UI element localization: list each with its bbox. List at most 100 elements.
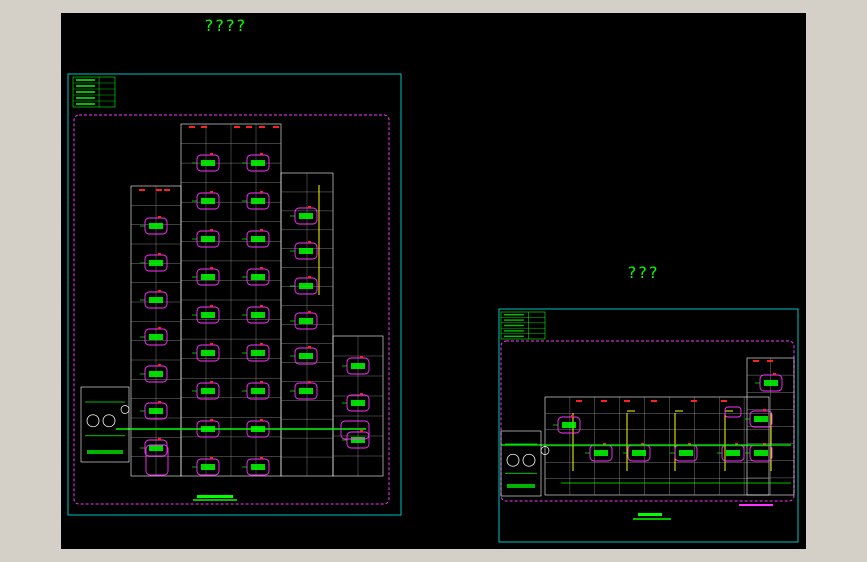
fixture-tag — [210, 229, 213, 231]
fixture-label-block — [299, 353, 313, 359]
fixture-label-block — [201, 198, 215, 204]
header-annotation — [234, 126, 240, 128]
fixture-loop — [340, 420, 370, 440]
fixture-tag — [260, 191, 263, 193]
fixture-label-block — [562, 422, 576, 428]
sheet-2-caption-bar — [638, 513, 662, 516]
fixture-tag — [210, 381, 213, 383]
header-annotation — [691, 400, 697, 402]
fixture-tag — [158, 327, 161, 329]
legend-entry — [76, 97, 95, 99]
fixture-tag — [210, 343, 213, 345]
header-annotation — [753, 360, 759, 362]
fixture-tag — [210, 457, 213, 459]
fixture-tag — [260, 305, 263, 307]
header-annotation — [767, 360, 773, 362]
header-annotation — [156, 189, 162, 191]
fixture-label-block — [251, 274, 265, 280]
header-annotation — [624, 400, 630, 402]
fixture-tag — [260, 343, 263, 345]
fixture-label-block — [149, 334, 163, 340]
fixture-label-block — [299, 248, 313, 254]
fixture-tag — [360, 430, 363, 432]
fixture-label-block — [632, 450, 646, 456]
pump-symbol — [522, 453, 536, 467]
fixture-label-block — [594, 450, 608, 456]
fixture-label-block — [201, 312, 215, 318]
cad-drawing-canvas[interactable] — [61, 13, 806, 549]
legend-entry — [504, 335, 524, 337]
sheet-1-caption-bar — [197, 495, 233, 498]
header-annotation — [139, 189, 145, 191]
fixture-tag — [210, 419, 213, 421]
legend-entry — [504, 330, 524, 332]
fixture-label-block — [251, 388, 265, 394]
pump-symbol — [86, 414, 100, 428]
header-annotation — [246, 126, 252, 128]
cad-drawing-viewport[interactable]: ???? ??? — [61, 13, 806, 549]
fixture-label-block — [251, 198, 265, 204]
legend-entry — [76, 79, 95, 81]
fixture-tag — [308, 311, 311, 313]
fixture-label-block — [299, 388, 313, 394]
fixture-tag — [260, 419, 263, 421]
fixture-tag — [158, 253, 161, 255]
fixture-tag — [158, 290, 161, 292]
header-annotation — [576, 400, 582, 402]
fixture-label-block — [149, 371, 163, 377]
fixture-tag — [260, 457, 263, 459]
fixture-tag — [260, 229, 263, 231]
fixture-tag — [158, 401, 161, 403]
fixture-tag — [308, 206, 311, 208]
header-annotation — [189, 126, 195, 128]
sheet-2-border — [498, 308, 799, 543]
fixture-label-block — [149, 223, 163, 229]
fixture-tag — [571, 415, 574, 417]
fixture-label-block — [351, 363, 365, 369]
fixture-tag — [360, 393, 363, 395]
fixture-label-block — [149, 297, 163, 303]
fixture-label-block — [351, 400, 365, 406]
fixture-tag — [360, 356, 363, 358]
fixture-tag — [260, 153, 263, 155]
equipment-note — [507, 484, 535, 488]
fixture-label-block — [149, 408, 163, 414]
legend-entry — [504, 314, 524, 316]
sheet-1-border — [67, 73, 402, 516]
fixture-tag — [158, 216, 161, 218]
header-annotation — [601, 400, 607, 402]
fixture-tag — [210, 153, 213, 155]
fixture-tag — [210, 267, 213, 269]
fixture-tag — [260, 267, 263, 269]
fixture-label-block — [201, 464, 215, 470]
pump-symbol — [506, 453, 520, 467]
fixture-tag — [158, 364, 161, 366]
legend-entry — [76, 103, 95, 105]
legend-entry — [504, 324, 524, 327]
sheet-1-drawing — [67, 73, 402, 516]
fixture-label-block — [251, 236, 265, 242]
fixture-tag — [308, 381, 311, 383]
fixture-label-block — [251, 312, 265, 318]
fixture-label-block — [754, 450, 768, 456]
fixture-label-block — [299, 318, 313, 324]
fixture-tag — [763, 409, 766, 411]
fixture-tag — [210, 305, 213, 307]
valve-symbol — [120, 405, 130, 414]
sheet-2-note — [739, 504, 773, 506]
sheet-2-drawing — [498, 308, 799, 543]
fixture-label-block — [251, 350, 265, 356]
fixture-tag — [260, 381, 263, 383]
equipment-note — [87, 450, 123, 454]
fixture-tag — [308, 346, 311, 348]
fixture-loop — [724, 406, 742, 418]
fixture-tag — [773, 373, 776, 375]
header-annotation — [259, 126, 265, 128]
fixture-label-block — [201, 274, 215, 280]
fixture-label-block — [299, 213, 313, 219]
fixture-tag — [308, 241, 311, 243]
fixture-label-block — [201, 350, 215, 356]
header-annotation — [273, 126, 279, 128]
fixture-label-block — [149, 260, 163, 266]
fixture-label-block — [754, 416, 768, 422]
